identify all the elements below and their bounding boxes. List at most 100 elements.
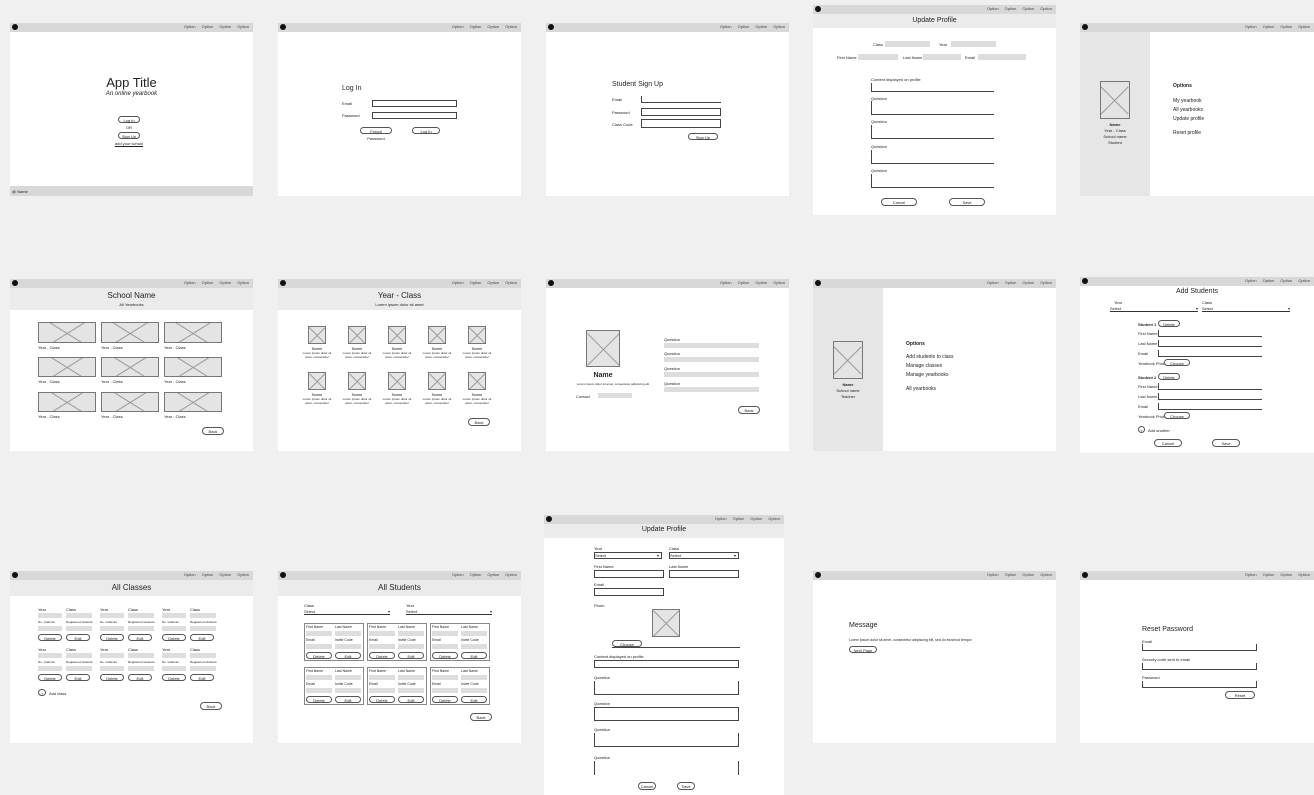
question-field[interactable] <box>871 174 994 188</box>
student-photo[interactable] <box>428 326 446 344</box>
year-select[interactable]: Select ▾ <box>594 552 662 559</box>
choose-photo-button[interactable]: Choose <box>1164 412 1190 419</box>
delete-student-button[interactable]: Delete <box>432 652 458 659</box>
edit-student-button[interactable]: Edit <box>335 652 361 659</box>
option-all-yearbooks[interactable]: All yearbooks <box>1173 107 1203 113</box>
option-manage-classes[interactable]: Manage classes <box>906 363 942 369</box>
delete-student-button[interactable]: Delete <box>306 652 332 659</box>
option-my-yearbook[interactable]: My yearbook <box>1173 98 1202 104</box>
yearbook-thumbnail[interactable] <box>164 357 222 377</box>
option-update-profile[interactable]: Update profile <box>1173 116 1204 122</box>
back-button[interactable]: Back <box>470 713 492 721</box>
menu-item[interactable]: Option <box>202 572 214 577</box>
student-photo[interactable] <box>308 326 326 344</box>
menu-item[interactable]: Option <box>987 572 999 577</box>
delete-student-button[interactable]: Delete <box>369 696 395 703</box>
edit-student-button[interactable]: Edit <box>335 696 361 703</box>
menu-item[interactable]: Option <box>184 280 196 285</box>
menu-item[interactable]: Option <box>755 24 767 29</box>
question-field[interactable] <box>871 125 994 139</box>
menu-item[interactable]: Option <box>505 572 517 577</box>
add-another-label[interactable]: Add another <box>1148 428 1170 433</box>
security-code-field[interactable] <box>1142 663 1257 670</box>
yearbook-label[interactable]: Year - Class <box>38 345 60 350</box>
back-button[interactable]: Back <box>202 427 224 435</box>
option-add-students[interactable]: Add students to class <box>906 354 954 360</box>
menu-item[interactable]: Option <box>987 280 999 285</box>
delete-student-button[interactable]: Delete <box>1158 373 1180 380</box>
menu-item[interactable]: Option <box>1245 24 1257 29</box>
edit-student-button[interactable]: Edit <box>398 652 424 659</box>
forgot-password-button[interactable]: Forgot Password <box>360 127 392 141</box>
menu-item[interactable]: Option <box>1298 278 1310 283</box>
signup-button[interactable]: Sign Up <box>118 132 140 139</box>
menu-item[interactable]: Option <box>1005 280 1017 285</box>
menu-item[interactable]: Option <box>219 572 231 577</box>
yearbook-label[interactable]: Year - Class <box>38 379 60 384</box>
yearbook-thumbnail[interactable] <box>101 357 159 377</box>
delete-class-button[interactable]: Delete <box>100 674 124 681</box>
menu-item[interactable]: Option <box>487 24 499 29</box>
student-photo[interactable] <box>468 326 486 344</box>
option-all-yearbooks[interactable]: All yearbooks <box>906 386 936 392</box>
yearbook-label[interactable]: Year - Class <box>101 414 123 419</box>
delete-class-button[interactable]: Delete <box>162 674 186 681</box>
back-button[interactable]: Back <box>738 406 760 414</box>
delete-class-button[interactable]: Delete <box>38 634 62 641</box>
student-photo[interactable] <box>468 372 486 390</box>
last-name-field[interactable] <box>923 54 961 60</box>
delete-student-button[interactable]: Delete <box>369 652 395 659</box>
menu-item[interactable]: Option <box>720 24 732 29</box>
menu-item[interactable]: Option <box>715 516 727 521</box>
edit-class-button[interactable]: Edit <box>66 674 90 681</box>
first-name-field[interactable] <box>1158 330 1262 337</box>
menu-item[interactable]: Option <box>1263 278 1275 283</box>
next-page-button[interactable]: Next Page <box>849 646 877 653</box>
email-field[interactable] <box>372 100 457 107</box>
student-photo[interactable] <box>388 326 406 344</box>
menu-item[interactable]: Option <box>1298 572 1310 577</box>
menu-item[interactable]: Option <box>773 280 785 285</box>
year-select[interactable]: Select ▾ <box>1110 306 1198 312</box>
menu-item[interactable]: Option <box>202 280 214 285</box>
menu-item[interactable]: Option <box>1022 6 1034 11</box>
first-name-field[interactable] <box>858 54 898 60</box>
login-button[interactable]: Log In <box>118 116 140 123</box>
question-field[interactable] <box>594 733 739 747</box>
menu-item[interactable]: Option <box>773 24 785 29</box>
student-photo[interactable] <box>428 372 446 390</box>
email-field[interactable] <box>978 54 1026 60</box>
menu-item[interactable]: Option <box>1298 24 1310 29</box>
menu-item[interactable]: Option <box>487 280 499 285</box>
menu-item[interactable]: Option <box>738 24 750 29</box>
class-code-field[interactable] <box>641 119 721 128</box>
menu-item[interactable]: Option <box>1280 278 1292 283</box>
yearbook-thumbnail[interactable] <box>38 322 96 343</box>
menu-item[interactable]: Option <box>452 280 464 285</box>
menu-item[interactable]: Option <box>750 516 762 521</box>
menu-item[interactable]: Option <box>1005 572 1017 577</box>
student-photo[interactable] <box>388 372 406 390</box>
yearbook-thumbnail[interactable] <box>38 392 96 412</box>
reset-button[interactable]: Reset <box>1225 691 1255 699</box>
cancel-button[interactable]: Cancel <box>881 198 917 206</box>
password-field[interactable] <box>641 108 721 116</box>
menu-item[interactable]: Option <box>1263 24 1275 29</box>
menu-item[interactable]: Option <box>470 280 482 285</box>
edit-class-button[interactable]: Edit <box>190 634 214 641</box>
menu-item[interactable]: Option <box>1022 572 1034 577</box>
class-select[interactable]: Select ▾ <box>669 552 739 559</box>
edit-class-button[interactable]: Edit <box>66 634 90 641</box>
menu-item[interactable]: Option <box>1022 280 1034 285</box>
menu-item[interactable]: Option <box>184 24 196 29</box>
save-button[interactable]: Save <box>949 198 985 206</box>
yearbook-label[interactable]: Year - Class <box>101 345 123 350</box>
question-field[interactable] <box>594 707 739 721</box>
save-button[interactable]: Save <box>677 782 695 790</box>
question-field[interactable] <box>871 101 994 115</box>
delete-student-button[interactable]: Delete <box>1158 320 1180 327</box>
content-field[interactable] <box>594 660 739 668</box>
edit-class-button[interactable]: Edit <box>190 674 214 681</box>
cancel-button[interactable]: Cancel <box>638 782 656 790</box>
yearbook-thumbnail[interactable] <box>101 322 159 343</box>
